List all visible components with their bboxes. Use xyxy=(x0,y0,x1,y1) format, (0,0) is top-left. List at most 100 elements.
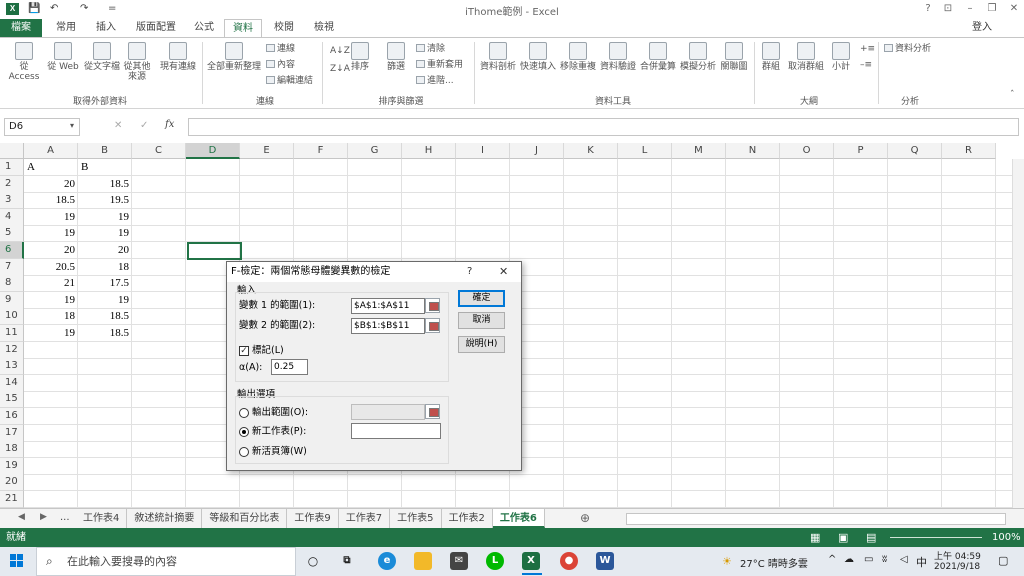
cell-b5[interactable]: 19 xyxy=(78,225,132,242)
cell-b1[interactable]: B xyxy=(78,159,132,176)
refresh-all-button[interactable]: 全部重新整理 xyxy=(206,42,262,72)
column-header-b[interactable]: B xyxy=(78,143,132,159)
row-header-5[interactable]: 5 xyxy=(0,225,24,243)
cell-b8[interactable]: 17.5 xyxy=(78,275,132,292)
more-sheets-button[interactable]: ... xyxy=(60,512,70,523)
volume-icon[interactable]: ◁ xyxy=(900,554,908,565)
row-header-8[interactable]: 8 xyxy=(0,275,24,293)
new-sheet-name-input[interactable] xyxy=(351,423,441,439)
cell-a6[interactable]: 20 xyxy=(24,242,78,259)
column-header-r[interactable]: R xyxy=(942,143,996,159)
sheet-tab[interactable]: 工作表5 xyxy=(390,509,442,528)
row-header-14[interactable]: 14 xyxy=(0,374,24,392)
what-if-analysis-button[interactable]: 模擬分析 xyxy=(678,42,718,72)
column-header-l[interactable]: L xyxy=(618,143,672,159)
sheet-tab[interactable]: 工作表9 xyxy=(287,509,339,528)
column-header-h[interactable]: H xyxy=(402,143,456,159)
sheet-tab[interactable]: 等級和百分比表 xyxy=(202,509,288,528)
new-sheet-radio[interactable] xyxy=(239,427,249,437)
row-header-11[interactable]: 11 xyxy=(0,325,24,342)
minimize-button[interactable]: – xyxy=(962,2,978,16)
cell-a4[interactable]: 19 xyxy=(24,209,78,226)
group-button[interactable]: 群組 xyxy=(758,42,784,72)
new-sheet-button[interactable]: ⊕ xyxy=(580,511,590,525)
column-header-a[interactable]: A xyxy=(24,143,78,159)
output-range-radio[interactable] xyxy=(239,408,249,418)
dialog-close-button[interactable]: ✕ xyxy=(499,265,508,278)
page-break-view-icon[interactable]: ▤ xyxy=(866,528,876,547)
column-header-f[interactable]: F xyxy=(294,143,348,159)
cell-a11[interactable]: 19 xyxy=(24,325,78,342)
sheet-tab[interactable]: 工作表7 xyxy=(339,509,391,528)
advanced-filter-button[interactable]: 進階... xyxy=(416,76,454,87)
cell-a7[interactable]: 20.5 xyxy=(24,259,78,276)
row-header-15[interactable]: 15 xyxy=(0,391,24,409)
zoom-slider[interactable] xyxy=(890,537,982,538)
new-workbook-radio[interactable] xyxy=(239,447,249,457)
from-web-button[interactable]: 從 Web xyxy=(46,42,80,72)
page-layout-view-icon[interactable]: ▣ xyxy=(838,528,848,547)
row-header-12[interactable]: 12 xyxy=(0,341,24,359)
next-sheet-icon[interactable]: ▶ xyxy=(40,512,47,522)
formula-input[interactable] xyxy=(188,118,1019,136)
tab-view[interactable]: 檢視 xyxy=(306,19,342,37)
cell-b3[interactable]: 19.5 xyxy=(78,192,132,209)
confirm-entry-button[interactable]: ✓ xyxy=(140,120,148,131)
cell-b4[interactable]: 19 xyxy=(78,209,132,226)
select-all-button[interactable] xyxy=(0,143,24,159)
tab-file[interactable]: 檔案 xyxy=(0,19,42,37)
column-header-m[interactable]: M xyxy=(672,143,726,159)
existing-connections-button[interactable]: 現有連線 xyxy=(158,42,198,72)
help-button[interactable]: 說明(H) xyxy=(458,336,505,353)
windows-start-icon[interactable] xyxy=(10,554,24,568)
column-header-p[interactable]: P xyxy=(834,143,888,159)
normal-view-icon[interactable]: ▦ xyxy=(810,528,820,547)
excel-icon[interactable]: X xyxy=(522,552,540,570)
data-validation-button[interactable]: 資料驗證 xyxy=(598,42,638,72)
row-header-2[interactable]: 2 xyxy=(0,175,24,193)
show-hidden-icons-icon[interactable]: ^ xyxy=(828,554,836,565)
wifi-icon[interactable]: ʬ xyxy=(882,554,887,565)
consolidate-button[interactable]: 合併彙算 xyxy=(638,42,678,72)
row-header-19[interactable]: 19 xyxy=(0,457,24,475)
task-view-icon[interactable]: ⧉ xyxy=(338,552,356,570)
row-header-10[interactable]: 10 xyxy=(0,308,24,326)
cell-a3[interactable]: 18.5 xyxy=(24,192,78,209)
file-explorer-icon[interactable] xyxy=(414,552,432,570)
tab-review[interactable]: 校閱 xyxy=(266,19,302,37)
range2-input[interactable]: $B$1:$B$11 xyxy=(351,318,425,334)
collapse-ribbon-icon[interactable]: ˆ xyxy=(1010,90,1015,101)
cancel-button[interactable]: 取消 xyxy=(458,312,505,329)
tab-formulas[interactable]: 公式 xyxy=(186,19,222,37)
column-header-k[interactable]: K xyxy=(564,143,618,159)
hide-detail-icon[interactable]: –≡ xyxy=(860,60,872,71)
weather-text[interactable]: 27°C 晴時多雲 xyxy=(740,555,808,570)
range2-collapse-icon[interactable] xyxy=(425,318,440,333)
row-header-7[interactable]: 7 xyxy=(0,258,24,276)
cell-b9[interactable]: 19 xyxy=(78,292,132,309)
line-icon[interactable]: L xyxy=(486,552,504,570)
zoom-level[interactable]: 100% xyxy=(992,528,1021,547)
alpha-input[interactable]: 0.25 xyxy=(271,359,308,375)
help-button[interactable]: ? xyxy=(920,2,936,16)
connections-button[interactable]: 連線 xyxy=(266,44,295,55)
cell-a1[interactable]: A xyxy=(24,159,78,176)
cell-a2[interactable]: 20 xyxy=(24,176,78,193)
row-header-1[interactable]: 1 xyxy=(0,159,24,176)
properties-button[interactable]: 內容 xyxy=(266,60,295,71)
cell-a5[interactable]: 19 xyxy=(24,225,78,242)
relationships-button[interactable]: 關聯圖 xyxy=(718,42,750,72)
clock-date[interactable]: 2021/9/18 xyxy=(934,562,980,572)
clock-time[interactable]: 上午 04:59 xyxy=(934,549,981,562)
row-header-3[interactable]: 3 xyxy=(0,192,24,210)
sort-ascending-button[interactable]: A↓Z xyxy=(330,46,350,57)
row-header-21[interactable]: 21 xyxy=(0,491,24,508)
notification-icon[interactable]: ▢ xyxy=(998,554,1008,567)
cell-b2[interactable]: 18.5 xyxy=(78,176,132,193)
remove-duplicates-button[interactable]: 移除重複 xyxy=(558,42,598,72)
sheet-tab[interactable]: 工作表2 xyxy=(442,509,493,528)
onedrive-icon[interactable]: ☁ xyxy=(844,554,854,565)
cell-b11[interactable]: 18.5 xyxy=(78,325,132,342)
cancel-entry-button[interactable]: ✕ xyxy=(114,120,122,131)
data-analysis-button[interactable]: 資料分析 xyxy=(884,44,931,55)
